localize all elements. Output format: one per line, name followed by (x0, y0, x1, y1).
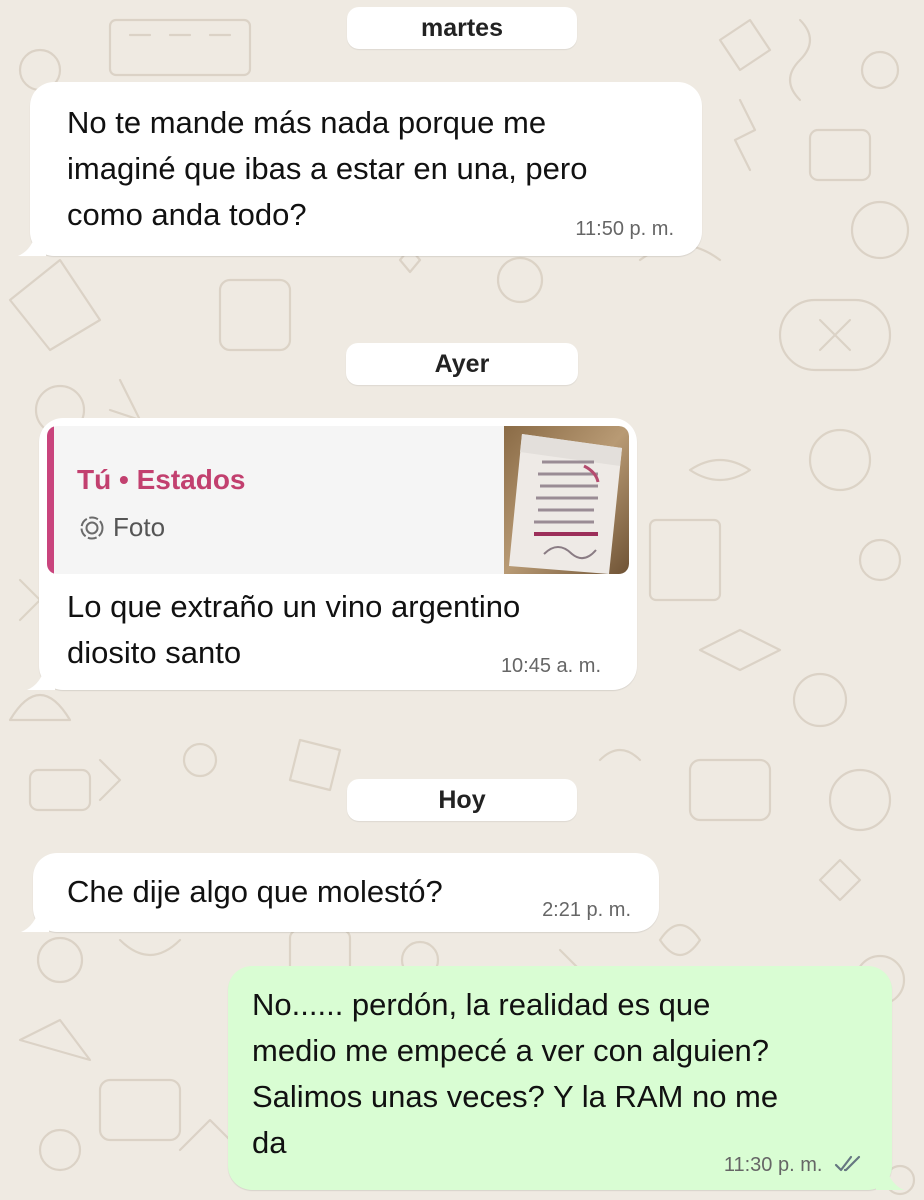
bubble-tail-icon (876, 1166, 904, 1190)
quoted-status-reply[interactable]: Tú • Estados Foto (47, 426, 629, 574)
outgoing-message-bubble[interactable]: No...... perdón, la realidad es que medi… (228, 966, 904, 1190)
date-separator-tuesday: martes (347, 7, 577, 49)
incoming-message-bubble[interactable]: Tú • Estados Foto Lo que extraño un vino… (27, 418, 637, 690)
quote-type-label: Foto (113, 512, 166, 542)
date-separator-yesterday: Ayer (346, 343, 578, 385)
status-photo-thumbnail[interactable] (504, 426, 629, 574)
chat-thread[interactable]: martes No te mande más nada porque me im… (0, 0, 924, 1200)
quote-media-type: Foto (79, 512, 165, 543)
message-text: No te mande más nada porque me imaginé q… (67, 105, 588, 232)
message-text: Lo que extraño un vino argentino diosito… (67, 589, 521, 670)
message-time-with-status: 11:30 p. m. (724, 1154, 862, 1177)
double-check-icon (834, 1155, 861, 1172)
message-time: 11:30 p. m. (723, 1154, 823, 1176)
bubble-tail-icon (21, 908, 49, 932)
incoming-message-bubble[interactable]: No te mande más nada porque me imaginé q… (18, 82, 702, 256)
bubble-tail-icon (27, 666, 55, 690)
message-text: Che dije algo que molestó? (67, 874, 443, 909)
status-icon (80, 516, 104, 539)
quote-accent-bar (47, 426, 54, 574)
photo-thumbnail-image (504, 426, 629, 574)
message-time: 2:21 p. m. (542, 899, 631, 921)
incoming-message-bubble[interactable]: Che dije algo que molestó? 2:21 p. m. (21, 853, 659, 932)
message-time: 11:50 p. m. (575, 218, 674, 240)
message-text: No...... perdón, la realidad es que medi… (252, 987, 779, 1160)
bubble-tail-icon (18, 232, 46, 256)
quote-author: Tú • Estados (77, 464, 246, 495)
date-separator-today: Hoy (347, 779, 577, 821)
message-time: 10:45 a. m. (500, 655, 601, 677)
